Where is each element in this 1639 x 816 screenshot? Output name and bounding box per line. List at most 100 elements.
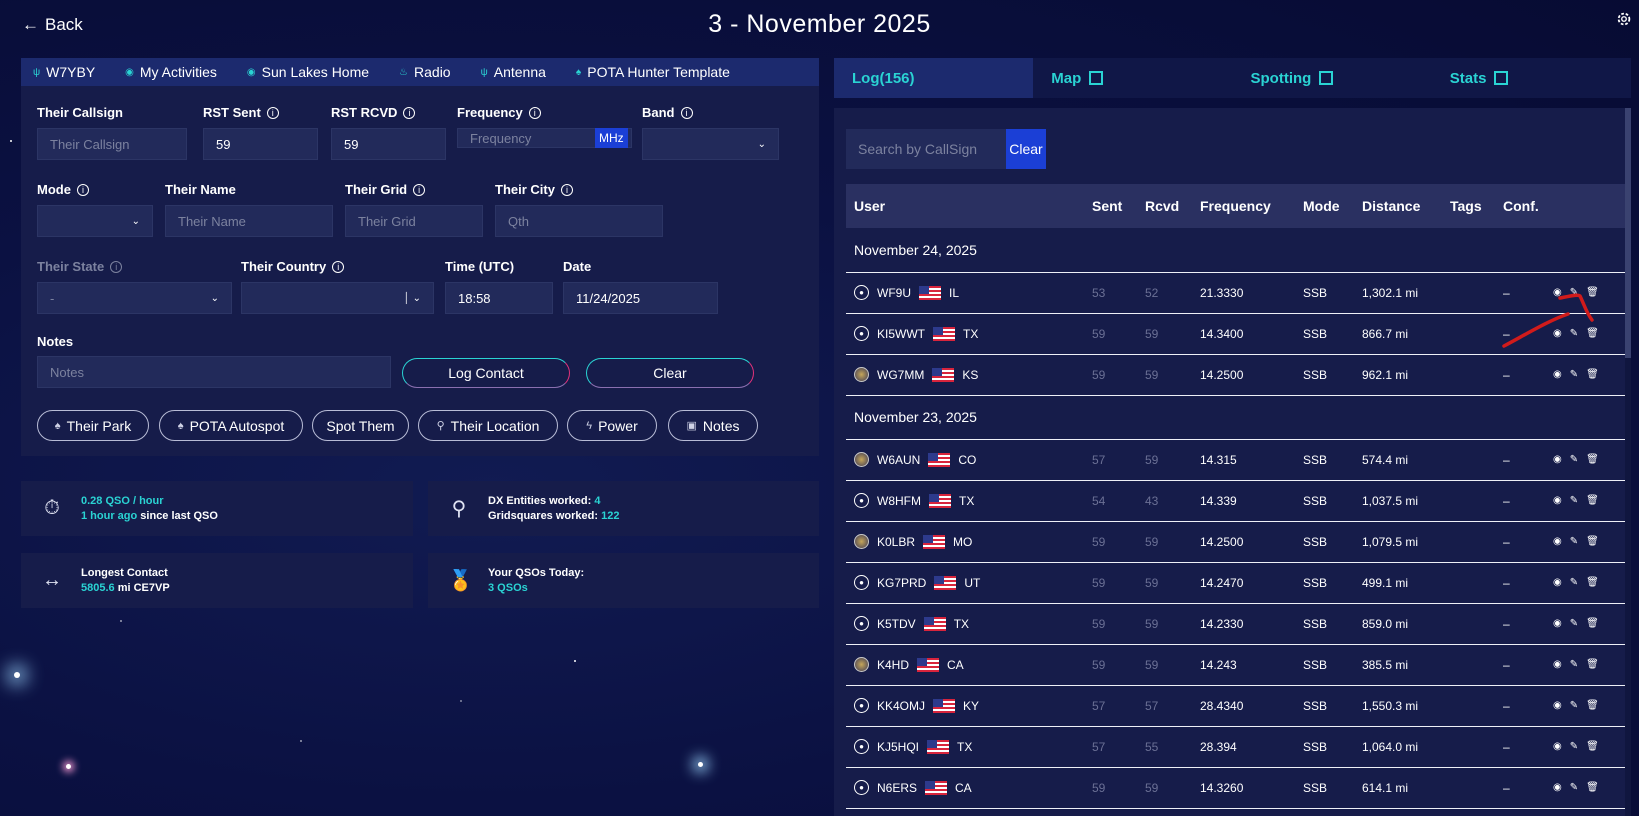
table-row[interactable]: ● KK4OMJ KY 57 57 28.4340 SSB 1,550.3 mi…	[846, 685, 1626, 727]
rst-rcvd-input[interactable]: 59	[331, 128, 446, 160]
callsign[interactable]: W8HFM	[877, 494, 921, 508]
their-country-select[interactable]: │ ⌄	[241, 282, 434, 314]
column-header-frequency[interactable]: Frequency	[1192, 184, 1295, 228]
view-icon[interactable]: ◉	[1553, 454, 1562, 465]
date-input[interactable]: 11/24/2025	[563, 282, 718, 314]
avatar[interactable]: ●	[854, 493, 869, 508]
edit-icon[interactable]: ✎	[1570, 659, 1578, 670]
their-name-input[interactable]: Their Name	[165, 205, 333, 237]
delete-icon[interactable]: 🗑	[1586, 577, 1599, 588]
edit-icon[interactable]: ✎	[1570, 700, 1578, 711]
callsign[interactable]: K0LBR	[877, 535, 915, 549]
callsign[interactable]: W6AUN	[877, 453, 920, 467]
view-icon[interactable]: ◉	[1553, 495, 1562, 506]
edit-icon[interactable]: ✎	[1570, 577, 1578, 588]
avatar[interactable]	[854, 367, 869, 382]
column-header-conf[interactable]: Conf.	[1495, 184, 1545, 228]
info-icon[interactable]: i	[528, 106, 541, 119]
table-row[interactable]: ● KG7PRD UT 59 59 14.2470 SSB 499.1 mi –…	[846, 562, 1626, 604]
info-icon[interactable]: i	[680, 106, 693, 119]
delete-icon[interactable]: 🗑	[1586, 700, 1599, 711]
avatar[interactable]: ●	[854, 326, 869, 341]
power-button[interactable]: ϟ Power	[567, 410, 657, 441]
edit-icon[interactable]: ✎	[1570, 782, 1578, 793]
scrollbar-thumb[interactable]	[1625, 108, 1631, 358]
delete-icon[interactable]: 🗑	[1586, 659, 1599, 670]
rst-sent-input[interactable]: 59	[203, 128, 318, 160]
time-input[interactable]: 18:58	[445, 282, 553, 314]
their-grid-input[interactable]: Their Grid	[345, 205, 483, 237]
avatar[interactable]	[854, 534, 869, 549]
delete-icon[interactable]: 🗑	[1586, 536, 1599, 547]
delete-icon[interactable]: 🗑	[1586, 369, 1599, 380]
edit-icon[interactable]: ✎	[1570, 369, 1578, 380]
column-header-mode[interactable]: Mode	[1295, 184, 1354, 228]
table-row[interactable]: WG7MM KS 59 59 14.2500 SSB 962.1 mi – ◉ …	[846, 354, 1626, 396]
table-row[interactable]: ● W8HFM TX 54 43 14.339 SSB 1,037.5 mi –…	[846, 480, 1626, 522]
their-park-button[interactable]: ♠ Their Park	[37, 410, 149, 441]
delete-icon[interactable]: 🗑	[1586, 741, 1599, 752]
info-icon[interactable]: i	[110, 260, 123, 273]
info-icon[interactable]: i	[403, 106, 416, 119]
callsign[interactable]: KG7PRD	[877, 576, 926, 590]
gear-icon[interactable]	[1615, 10, 1633, 28]
view-icon[interactable]: ◉	[1553, 659, 1562, 670]
view-icon[interactable]: ◉	[1553, 700, 1562, 711]
profile-tab-antenna[interactable]: ψ Antenna	[481, 64, 546, 80]
their-state-select[interactable]: - ⌄	[37, 282, 232, 314]
avatar[interactable]	[854, 452, 869, 467]
log-scrollbar[interactable]	[1625, 108, 1631, 816]
tab-map[interactable]: Map	[1033, 58, 1232, 98]
profile-tab-activities[interactable]: ◉ My Activities	[125, 64, 217, 80]
profile-tab-template[interactable]: ♠ POTA Hunter Template	[576, 64, 730, 80]
view-icon[interactable]: ◉	[1553, 536, 1562, 547]
table-row[interactable]: ● K5TDV TX 59 59 14.2330 SSB 859.0 mi – …	[846, 603, 1626, 645]
column-header-tags[interactable]: Tags	[1442, 184, 1495, 228]
delete-icon[interactable]: 🗑	[1586, 495, 1599, 506]
spot-them-button[interactable]: Spot Them	[312, 410, 409, 441]
profile-tab-callsign[interactable]: ψ W7YBY	[33, 64, 95, 80]
their-city-input[interactable]: Qth	[495, 205, 663, 237]
avatar[interactable]: ●	[854, 780, 869, 795]
view-icon[interactable]: ◉	[1553, 618, 1562, 629]
avatar[interactable]: ●	[854, 739, 869, 754]
info-icon[interactable]: i	[332, 260, 345, 273]
edit-icon[interactable]: ✎	[1570, 741, 1578, 752]
avatar[interactable]: ●	[854, 575, 869, 590]
mode-select[interactable]: ⌄	[37, 205, 153, 237]
avatar[interactable]: ●	[854, 616, 869, 631]
callsign[interactable]: KI5WWT	[877, 327, 925, 341]
pota-autospot-button[interactable]: ♠ POTA Autospot	[159, 410, 303, 441]
info-icon[interactable]: i	[560, 183, 573, 196]
edit-icon[interactable]: ✎	[1570, 454, 1578, 465]
their-callsign-input[interactable]: Their Callsign	[37, 128, 187, 160]
profile-tab-radio[interactable]: ♨ Radio	[399, 64, 451, 80]
search-clear-button[interactable]: Clear	[1006, 129, 1046, 169]
avatar[interactable]: ●	[854, 285, 869, 300]
info-icon[interactable]: i	[266, 106, 279, 119]
edit-icon[interactable]: ✎	[1570, 536, 1578, 547]
column-header-user[interactable]: User	[846, 184, 1084, 228]
log-contact-button[interactable]: Log Contact	[402, 358, 570, 388]
table-row[interactable]: ● KJ5HQI TX 57 55 28.394 SSB 1,064.0 mi …	[846, 726, 1626, 768]
column-header-distance[interactable]: Distance	[1354, 184, 1442, 228]
notes-input[interactable]: Notes	[37, 356, 391, 388]
edit-icon[interactable]: ✎	[1570, 495, 1578, 506]
table-row[interactable]: W6AUN CO 57 59 14.315 SSB 574.4 mi – ◉ ✎…	[846, 439, 1626, 481]
table-row[interactable]: ● N6ERS CA 59 59 14.3260 SSB 614.1 mi – …	[846, 767, 1626, 809]
callsign-search-input[interactable]: Search by CallSign	[846, 129, 1006, 169]
delete-icon[interactable]: 🗑	[1586, 782, 1599, 793]
column-header-sent[interactable]: Sent	[1084, 184, 1137, 228]
callsign[interactable]: KJ5HQI	[877, 740, 919, 754]
table-row[interactable]: K4HD CA 59 59 14.243 SSB 385.5 mi – ◉ ✎ …	[846, 644, 1626, 686]
tab-log[interactable]: Log(156)	[834, 58, 1034, 98]
table-row[interactable]: K0LBR MO 59 59 14.2500 SSB 1,079.5 mi – …	[846, 521, 1626, 563]
view-icon[interactable]: ◉	[1553, 741, 1562, 752]
tab-stats[interactable]: Stats	[1432, 58, 1631, 98]
callsign[interactable]: KK4OMJ	[877, 699, 925, 713]
view-icon[interactable]: ◉	[1553, 577, 1562, 588]
tab-spotting[interactable]: Spotting	[1233, 58, 1432, 98]
callsign[interactable]: WF9U	[877, 286, 911, 300]
edit-icon[interactable]: ✎	[1570, 618, 1578, 629]
column-header-rcvd[interactable]: Rcvd	[1137, 184, 1192, 228]
